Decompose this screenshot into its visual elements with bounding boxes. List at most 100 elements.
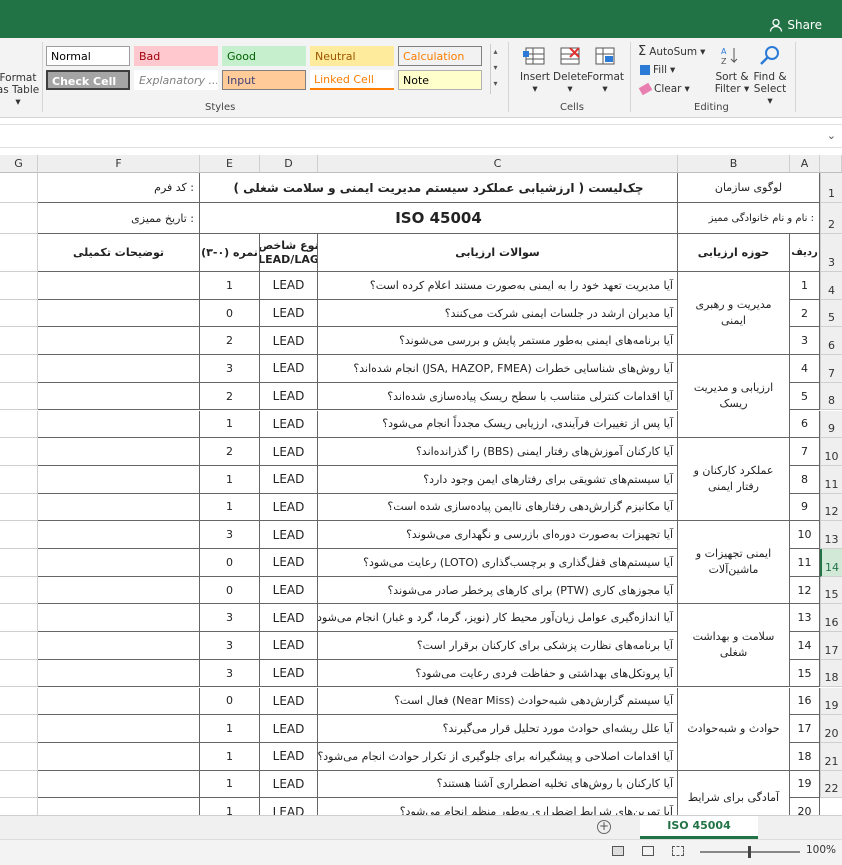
zoom-level[interactable]: 100% xyxy=(806,844,836,856)
indicator-cell[interactable]: LEAD xyxy=(260,549,318,577)
indicator-cell[interactable]: LEAD xyxy=(260,576,318,605)
question-cell[interactable]: آیا تجهیزات به‌صورت دوره‌ای بازرسی و نگه… xyxy=(318,521,678,549)
audit-date-label[interactable]: تاریخ ممیزی : xyxy=(38,203,200,234)
page-break-icon[interactable] xyxy=(672,846,684,856)
question-cell[interactable]: آیا روش‌های شناسایی خطرات (JSA, HAZOP, F… xyxy=(318,355,678,383)
column-header-b[interactable]: B xyxy=(678,155,790,173)
row-number-cell[interactable]: 13 xyxy=(790,604,820,633)
cell[interactable] xyxy=(0,234,38,272)
score-cell[interactable]: 1 xyxy=(200,798,260,815)
notes-cell[interactable] xyxy=(38,715,200,743)
row-number-cell[interactable]: 17 xyxy=(790,715,820,743)
row-header[interactable]: 3 xyxy=(820,234,842,272)
evaluation-area-cell[interactable]: ایمنی تجهیزات و ماشین‌آلات xyxy=(678,521,790,605)
row-number-cell[interactable]: 5 xyxy=(790,382,820,411)
row-header[interactable]: 18 xyxy=(820,659,842,688)
row-header[interactable]: 7 xyxy=(820,355,842,383)
indicator-cell[interactable]: LEAD xyxy=(260,272,318,300)
notes-cell[interactable] xyxy=(38,549,200,577)
organization-logo-cell[interactable]: لوگوی سازمان xyxy=(678,173,820,203)
row-header[interactable]: 4 xyxy=(820,272,842,300)
indicator-cell[interactable]: LEAD xyxy=(260,493,318,522)
insert-button[interactable]: Insert ▾ xyxy=(517,44,553,95)
notes-cell[interactable] xyxy=(38,327,200,356)
score-cell[interactable]: 2 xyxy=(200,382,260,411)
row-number-cell[interactable]: 10 xyxy=(790,521,820,549)
cell[interactable] xyxy=(0,604,38,633)
question-cell[interactable]: آیا پروتکل‌های بهداشتی و حفاظت فردی رعای… xyxy=(318,659,678,688)
row-header[interactable]: 15 xyxy=(820,576,842,605)
find-select-button[interactable]: Find & Select ▾ xyxy=(750,44,790,107)
row-number-cell[interactable]: 6 xyxy=(790,410,820,439)
score-cell[interactable]: 3 xyxy=(200,659,260,688)
score-cell[interactable]: 3 xyxy=(200,355,260,383)
cell-style-input[interactable]: Input xyxy=(222,70,306,90)
notes-cell[interactable] xyxy=(38,465,200,494)
score-cell[interactable]: 1 xyxy=(200,742,260,771)
evaluation-area-cell[interactable]: عملکرد کارکنان و رفتار ایمنی xyxy=(678,438,790,522)
cell[interactable] xyxy=(0,521,38,549)
cell[interactable] xyxy=(0,355,38,383)
cell[interactable] xyxy=(0,798,38,815)
row-number-cell[interactable]: 18 xyxy=(790,742,820,771)
evaluation-area-cell[interactable]: ارزیابی و مدیریت ریسک xyxy=(678,355,790,439)
score-cell[interactable]: 1 xyxy=(200,410,260,439)
score-cell[interactable]: 0 xyxy=(200,687,260,716)
indicator-cell[interactable]: LEAD xyxy=(260,521,318,549)
row-header[interactable]: 10 xyxy=(820,438,842,466)
indicator-cell[interactable]: LEAD xyxy=(260,632,318,660)
row-number-cell[interactable]: 8 xyxy=(790,465,820,494)
cell[interactable] xyxy=(0,299,38,328)
cell[interactable] xyxy=(0,549,38,577)
score-cell[interactable]: 3 xyxy=(200,632,260,660)
notes-cell[interactable] xyxy=(38,770,200,799)
format-as-table-button[interactable]: Format as Table ▾ xyxy=(0,72,42,108)
notes-cell[interactable] xyxy=(38,272,200,300)
notes-cell[interactable] xyxy=(38,438,200,466)
cell[interactable] xyxy=(0,659,38,688)
cell[interactable] xyxy=(0,382,38,411)
cell[interactable] xyxy=(0,687,38,716)
row-header[interactable]: 13 xyxy=(820,521,842,549)
row-number-cell[interactable]: 16 xyxy=(790,687,820,716)
row-header[interactable]: 6 xyxy=(820,327,842,356)
indicator-cell[interactable]: LEAD xyxy=(260,687,318,716)
column-header-a[interactable]: A xyxy=(790,155,820,173)
evaluation-area-cell[interactable]: حوادث و شبه‌حوادث xyxy=(678,687,790,771)
question-cell[interactable]: آیا اقدامات اصلاحی و پیشگیرانه برای جلوگ… xyxy=(318,742,678,771)
notes-cell[interactable] xyxy=(38,493,200,522)
select-all-corner[interactable] xyxy=(820,155,842,173)
cell[interactable] xyxy=(0,410,38,439)
indicator-cell[interactable]: LEAD xyxy=(260,327,318,356)
score-cell[interactable]: 3 xyxy=(200,604,260,633)
row-header[interactable]: 12 xyxy=(820,493,842,522)
indicator-header[interactable]: نوع شاخص (LEAD/LAG) xyxy=(260,234,318,272)
row-number-cell[interactable]: 1 xyxy=(790,272,820,300)
score-cell[interactable]: 1 xyxy=(200,770,260,799)
notes-header[interactable]: توضیحات تکمیلی xyxy=(38,234,200,272)
add-sheet-icon[interactable]: + xyxy=(597,820,611,834)
row-number-cell[interactable]: 4 xyxy=(790,355,820,383)
indicator-cell[interactable]: LEAD xyxy=(260,438,318,466)
question-cell[interactable]: آیا مدیران ارشد در جلسات ایمنی شرکت می‌ک… xyxy=(318,299,678,328)
score-header[interactable]: نمره (۰-۳) xyxy=(200,234,260,272)
gallery-scroll[interactable]: ▴ ▾ ▾ xyxy=(490,44,500,94)
score-cell[interactable]: 2 xyxy=(200,327,260,356)
score-cell[interactable]: 0 xyxy=(200,299,260,328)
page-layout-icon[interactable] xyxy=(642,846,654,856)
question-cell[interactable]: آیا اندازه‌گیری عوامل زیان‌آور محیط کار … xyxy=(318,604,678,633)
cell[interactable] xyxy=(0,465,38,494)
score-cell[interactable]: 1 xyxy=(200,715,260,743)
sheet-tab-active[interactable]: ISO 45004 Detailed xyxy=(640,816,758,852)
cell[interactable] xyxy=(0,770,38,799)
row-header[interactable]: 11 xyxy=(820,465,842,494)
question-cell[interactable]: آیا برنامه‌های ایمنی به‌طور مستمر پایش و… xyxy=(318,327,678,356)
indicator-cell[interactable]: LEAD xyxy=(260,299,318,328)
indicator-cell[interactable]: LEAD xyxy=(260,604,318,633)
question-cell[interactable]: آیا مجوزهای کاری (PTW) برای کارهای پرخطر… xyxy=(318,576,678,605)
cell[interactable] xyxy=(0,203,38,234)
cell[interactable] xyxy=(0,493,38,522)
indicator-cell[interactable]: LEAD xyxy=(260,742,318,771)
row-header[interactable]: 22 xyxy=(820,770,842,799)
indicator-cell[interactable]: LEAD xyxy=(260,355,318,383)
